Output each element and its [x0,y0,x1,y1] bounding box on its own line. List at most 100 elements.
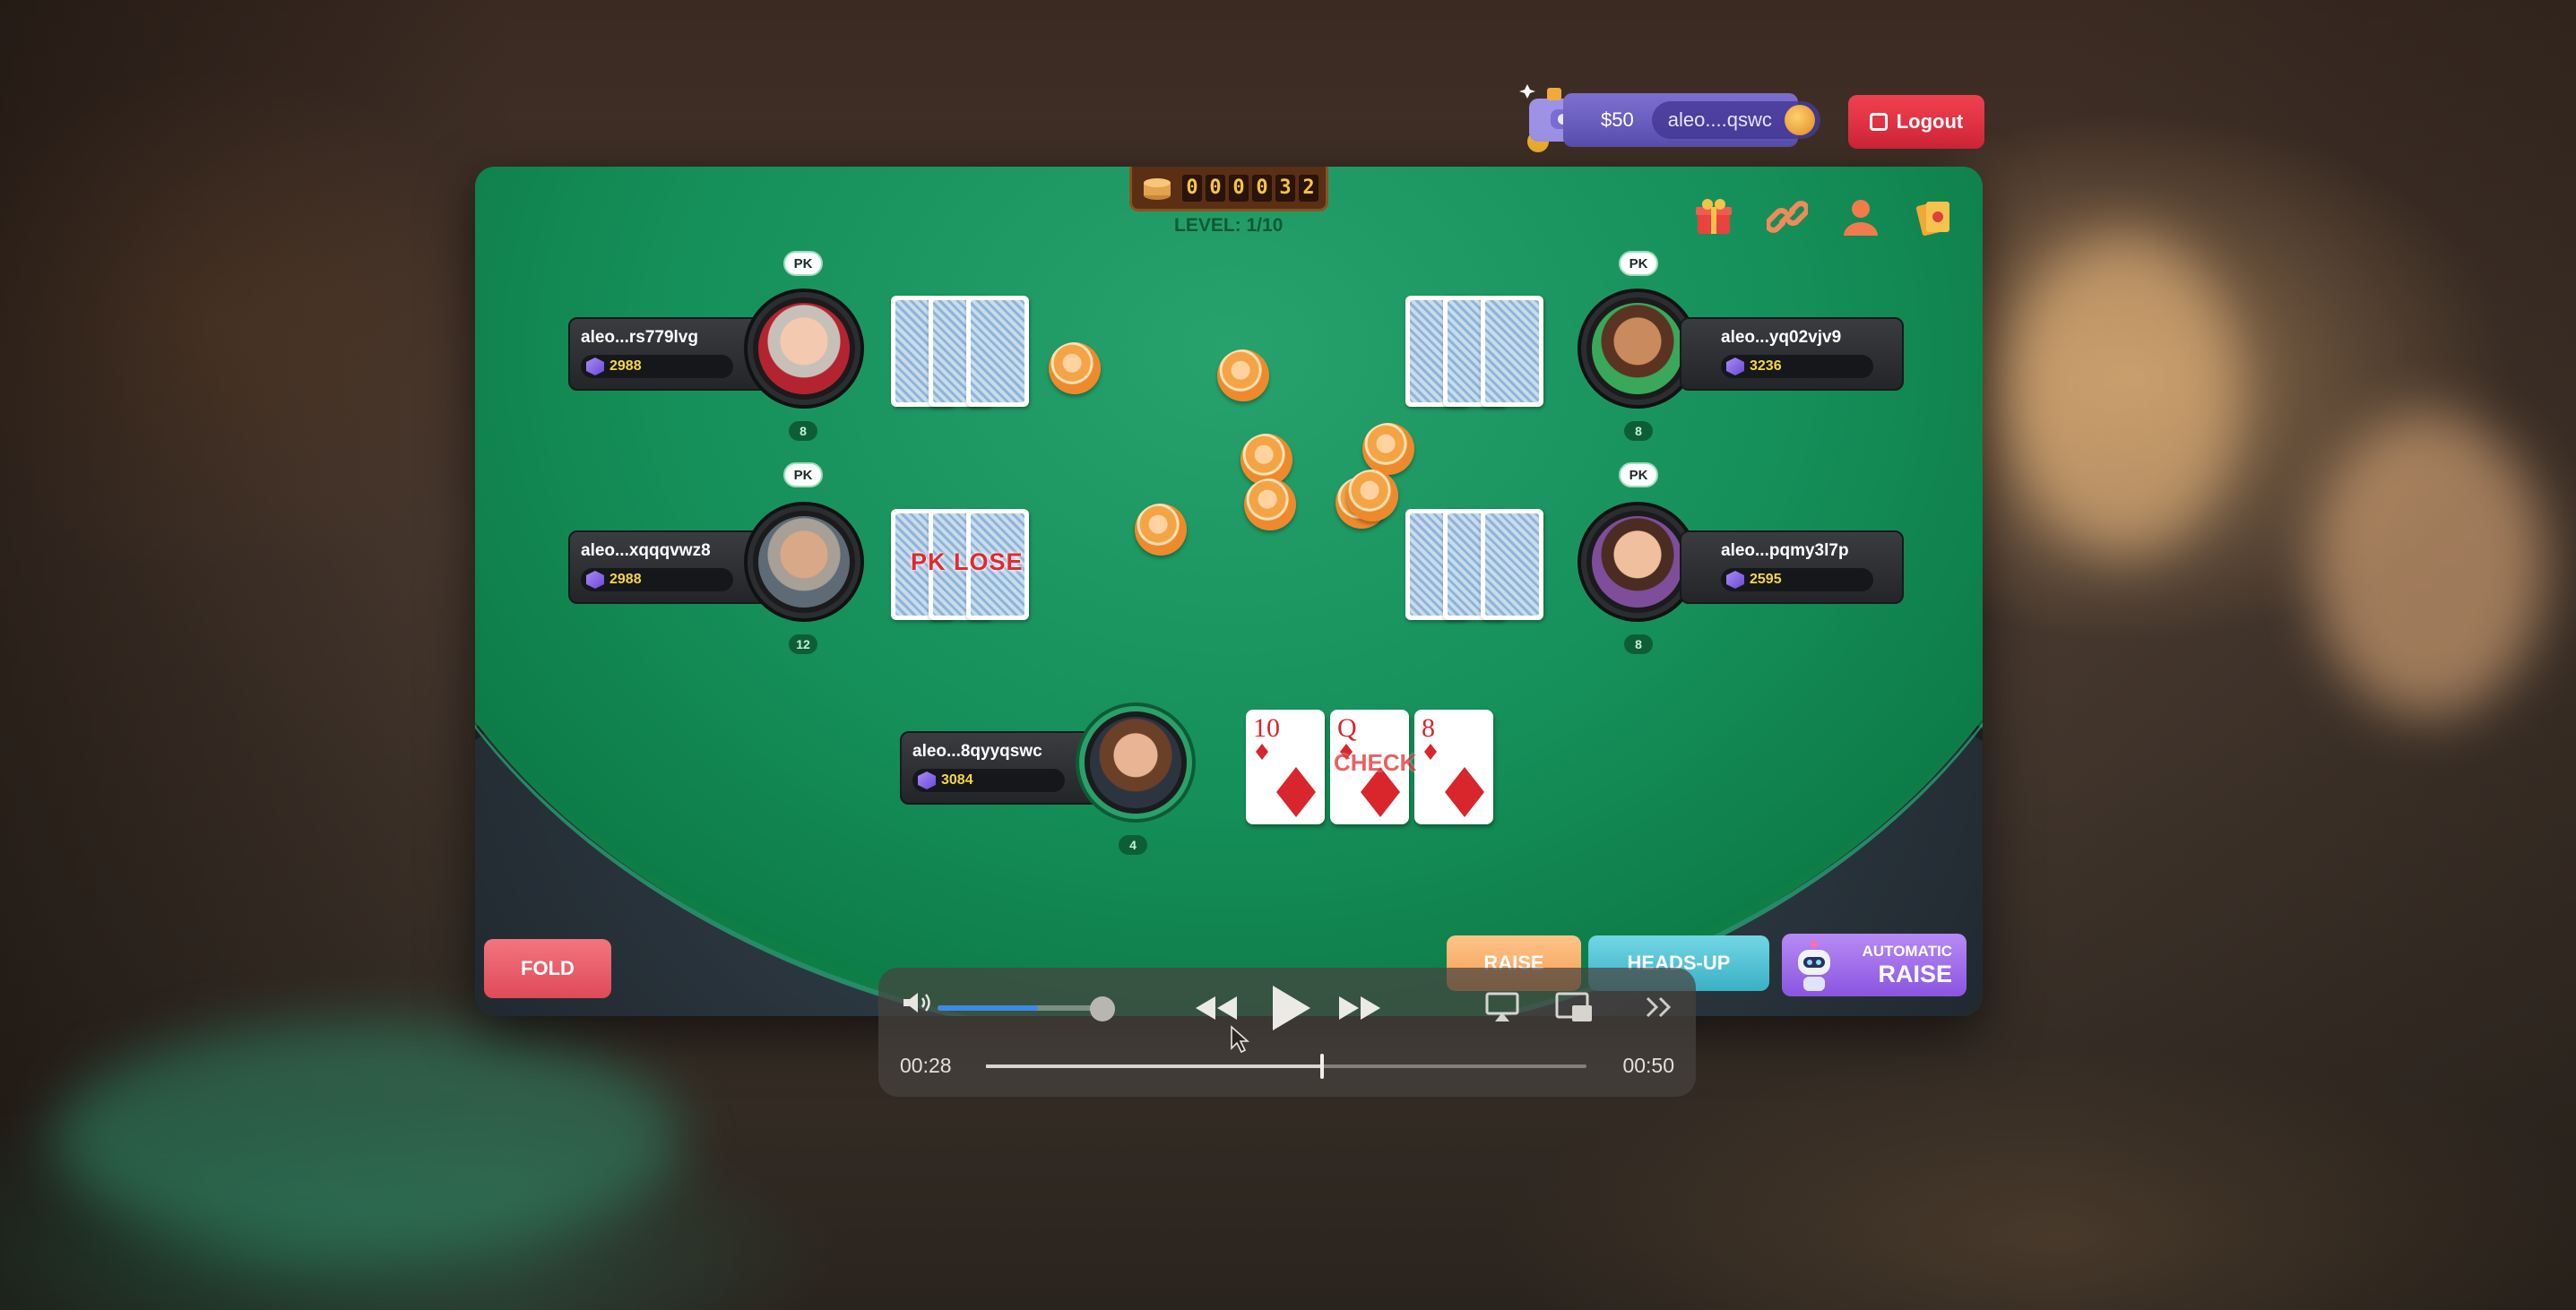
logout-label: Logout [1896,110,1964,133]
auto-line2: RAISE [1878,960,1952,987]
pot-digit: 0 [1182,174,1202,202]
picture-in-picture-icon[interactable] [1554,991,1594,1023]
pot-digit: 2 [1299,174,1318,202]
diamond-icon [1256,744,1268,760]
player-balance-value: 2988 [609,358,642,374]
diamond-icon [1424,744,1437,760]
game-window: 0 0 0 0 3 2 LEVEL: 1/10 aleo...rs779lvg … [475,167,1983,1016]
avatar-image [1592,516,1683,608]
play-icon[interactable] [1266,982,1314,1034]
wallet-balance: $50 [1601,108,1634,131]
automatic-raise-button[interactable]: AUTOMATIC RAISE [1782,934,1967,996]
chip [1135,504,1187,556]
gift-icon[interactable] [1690,194,1737,240]
card-rank: 10 [1253,713,1280,743]
avatar-image [758,516,850,608]
more-chevron-icon[interactable] [1644,995,1674,1020]
player-seat[interactable]: aleo...pqmy3l7p 2595 [1581,505,1904,618]
gem-icon [1726,571,1744,589]
top-bar: $50 aleo....qswc Logout [1515,79,1984,154]
pk-badge[interactable]: PK [783,462,823,487]
background-lamp [54,1021,681,1254]
pk-badge[interactable]: PK [1619,462,1658,487]
player-nameplate: aleo...yq02vjv9 3236 [1680,317,1904,391]
pk-badge[interactable]: PK [783,251,823,276]
fold-button[interactable]: FOLD [484,939,611,998]
profile-icon[interactable] [1837,194,1884,240]
player-balance: 3236 [1721,355,1873,378]
wallet-panel[interactable]: $50 aleo....qswc [1563,93,1820,147]
chip-stack-icon [1144,178,1171,200]
player-balance-value: 3084 [941,772,973,788]
volume-fill [938,1005,1038,1011]
player-seat[interactable]: aleo...rs779lvg 2988 [568,292,891,405]
logout-button[interactable]: Logout [1848,95,1984,149]
player-balance: 2988 [581,355,733,378]
current-player-seat[interactable]: aleo...8qyyqswc 3084 [900,706,1240,819]
player-card-stack [891,296,1040,407]
player-balance-value: 2595 [1750,572,1782,587]
chip [1244,478,1296,530]
player-balance: 2988 [581,568,733,591]
player-name: aleo...yq02vjv9 [1721,328,1842,347]
card-count: 4 [1119,835,1147,855]
link-icon[interactable] [1764,194,1811,240]
player-balance: 3084 [912,769,1065,792]
table-toolbar [1690,194,1958,240]
player-avatar[interactable] [1079,706,1192,819]
fast-forward-icon[interactable] [1336,993,1382,1023]
progress-bar[interactable] [986,1054,1586,1079]
volume-knob[interactable] [1090,996,1115,1021]
player-avatar[interactable] [1581,292,1694,405]
hand-card[interactable]: 8 [1414,710,1493,824]
rewind-icon[interactable] [1194,993,1240,1023]
player-seat[interactable]: aleo...yq02vjv9 3236 [1581,292,1904,405]
gem-icon [586,358,604,375]
diamond-icon [1276,767,1316,817]
player-nameplate: aleo...pqmy3l7p 2595 [1680,530,1904,604]
pk-lose-label: PK LOSE [911,548,1024,575]
player-avatar[interactable] [1581,505,1694,618]
player-avatar[interactable] [748,505,860,618]
avatar-image [1090,717,1181,808]
video-controls: 00:28 00:50 [878,968,1696,1097]
player-card-stack: PK LOSE [891,509,1040,620]
chip [1049,342,1101,394]
gem-icon [918,771,936,789]
my-hand: 10 Q 8 CHECK [1246,710,1497,826]
hand-card[interactable]: 10 [1246,710,1325,824]
player-card-stack [1405,509,1554,620]
gem-icon [586,571,604,589]
chip [1362,423,1414,475]
gem-icon [1726,358,1744,375]
pot-digit: 0 [1252,174,1272,202]
volume-icon[interactable] [900,989,936,1016]
duration: 00:50 [1622,1054,1674,1077]
pot-digit: 0 [1206,174,1225,202]
pk-badge[interactable]: PK [1619,251,1658,276]
card-rank: Q [1337,713,1357,743]
check-label: CHECK [1334,749,1417,776]
player-seat[interactable]: aleo...xqqqvwz8 2988 [568,505,891,618]
player-balance-value: 2988 [609,572,642,587]
volume-slider[interactable] [938,1005,1099,1011]
card-back [1481,509,1543,620]
background-lamp [2312,412,2546,717]
cards-icon[interactable] [1911,194,1958,240]
level-indicator: LEVEL: 1/10 [1174,215,1284,236]
chip [1217,349,1269,401]
card-back [966,296,1029,407]
wallet-user-pill[interactable]: aleo....qswc [1651,101,1820,139]
robot-icon [1798,941,1830,991]
airplay-icon[interactable] [1484,991,1520,1023]
user-avatar [1784,105,1815,135]
mouse-cursor-icon [1231,1025,1249,1054]
chip [1346,470,1398,521]
wallet-username: aleo....qswc [1667,108,1772,131]
progress-handle[interactable] [1320,1054,1325,1079]
player-balance-value: 3236 [1750,358,1782,374]
player-avatar[interactable] [748,292,860,405]
auto-line1: AUTOMATIC [1862,942,1952,960]
avatar-image [1592,303,1683,394]
pot-counter: 0 0 0 0 3 2 [1129,167,1328,211]
